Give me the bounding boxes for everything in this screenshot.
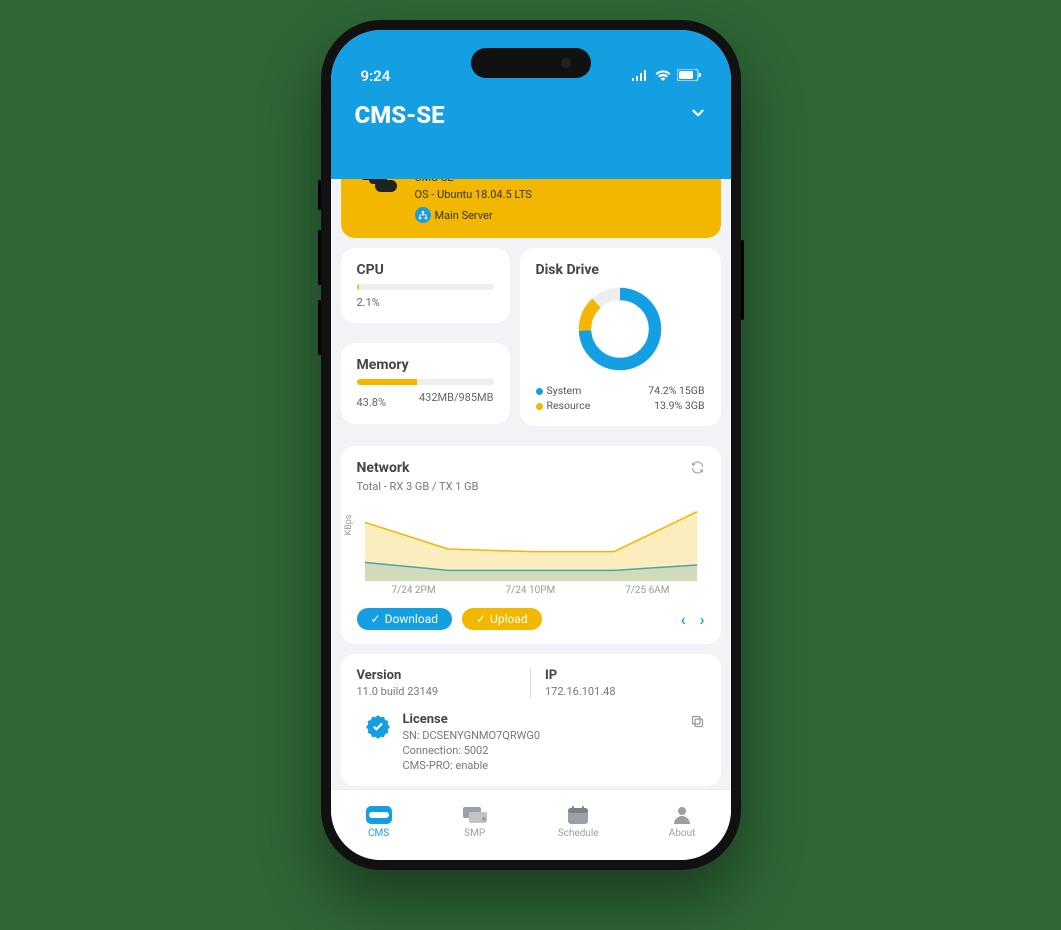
download-label: Download bbox=[385, 612, 438, 626]
tab-bar: CMS SMP Schedule About bbox=[331, 789, 731, 860]
signal-icon bbox=[632, 67, 649, 85]
memory-card: Memory 43.8% 432MB/985MB bbox=[341, 343, 510, 424]
disk-system-pct: 74.2% bbox=[648, 384, 676, 397]
verified-icon bbox=[365, 714, 391, 740]
wifi-icon bbox=[655, 67, 671, 85]
version-value: 11.0 build 23149 bbox=[357, 685, 517, 698]
disk-resource-pct: 13.9% bbox=[654, 399, 682, 412]
tab-schedule[interactable]: Schedule bbox=[558, 805, 599, 839]
cpu-title: CPU bbox=[357, 262, 494, 278]
chevron-down-icon[interactable] bbox=[689, 104, 707, 127]
model-os: OS - Ubuntu 18.04.5 LTS bbox=[415, 188, 532, 201]
xtick-1: 7/24 10PM bbox=[506, 585, 556, 596]
upload-label: Upload bbox=[490, 612, 528, 626]
network-card: Network Total - RX 3 GB / TX 1 GB KBps 7… bbox=[341, 446, 721, 644]
refresh-icon[interactable] bbox=[690, 460, 705, 479]
network-ylabel: KBps bbox=[344, 515, 354, 536]
cms-icon bbox=[366, 805, 392, 825]
tab-about[interactable]: About bbox=[669, 805, 696, 839]
ip-title: IP bbox=[545, 668, 705, 683]
smp-icon bbox=[462, 805, 488, 825]
calendar-icon bbox=[565, 805, 591, 825]
copy-icon[interactable] bbox=[690, 714, 705, 733]
license-connection: Connection: 5002 bbox=[403, 744, 541, 757]
network-chart: KBps bbox=[353, 501, 709, 581]
memory-title: Memory bbox=[357, 357, 494, 373]
cpu-percent: 2.1% bbox=[357, 296, 494, 309]
battery-icon bbox=[677, 67, 701, 85]
disk-system-label: System bbox=[547, 384, 582, 397]
disk-donut-chart bbox=[575, 284, 665, 374]
tab-cms-label: CMS bbox=[368, 828, 389, 839]
ip-value: 172.16.101.48 bbox=[545, 685, 705, 698]
person-icon bbox=[669, 805, 695, 825]
disk-title: Disk Drive bbox=[536, 262, 705, 278]
xtick-0: 7/24 2PM bbox=[391, 585, 435, 596]
sitemap-icon bbox=[415, 207, 431, 223]
version-title: Version bbox=[357, 668, 517, 683]
tab-cms[interactable]: CMS bbox=[366, 805, 392, 839]
chart-prev-icon[interactable]: ‹ bbox=[681, 610, 686, 629]
status-time: 9:24 bbox=[361, 67, 391, 85]
license-title: License bbox=[403, 712, 541, 727]
tab-smp[interactable]: SMP bbox=[462, 805, 488, 839]
license-cmspro: CMS-PRO: enable bbox=[403, 759, 541, 772]
tab-schedule-label: Schedule bbox=[558, 828, 599, 839]
disk-system-size: 15GB bbox=[679, 384, 705, 397]
disk-resource-size: 3GB bbox=[685, 399, 705, 412]
disk-card: Disk Drive System 74.2% 15GB Resource bbox=[520, 248, 721, 426]
chart-next-icon[interactable]: › bbox=[700, 610, 705, 629]
page-title: CMS-SE bbox=[355, 101, 445, 129]
network-total: Total - RX 3 GB / TX 1 GB bbox=[357, 480, 705, 493]
tab-about-label: About bbox=[669, 828, 696, 839]
info-card: Version 11.0 build 23149 IP 172.16.101.4… bbox=[341, 654, 721, 786]
memory-detail: 432MB/985MB bbox=[419, 391, 494, 404]
disk-resource-label: Resource bbox=[547, 399, 591, 412]
phone-notch bbox=[471, 48, 591, 78]
xtick-2: 7/25 6AM bbox=[625, 585, 669, 596]
license-sn: SN: DCSENYGNMO7QRWG0 bbox=[403, 729, 541, 742]
cpu-card: CPU 2.1% bbox=[341, 248, 510, 323]
memory-percent: 43.8% bbox=[357, 396, 387, 409]
tab-smp-label: SMP bbox=[464, 828, 485, 839]
model-role: Main Server bbox=[435, 209, 493, 222]
network-title: Network bbox=[357, 460, 705, 476]
app-header: CMS-SE bbox=[331, 91, 731, 179]
upload-chip[interactable]: ✓Upload bbox=[462, 608, 542, 630]
download-chip[interactable]: ✓Download bbox=[357, 608, 452, 630]
